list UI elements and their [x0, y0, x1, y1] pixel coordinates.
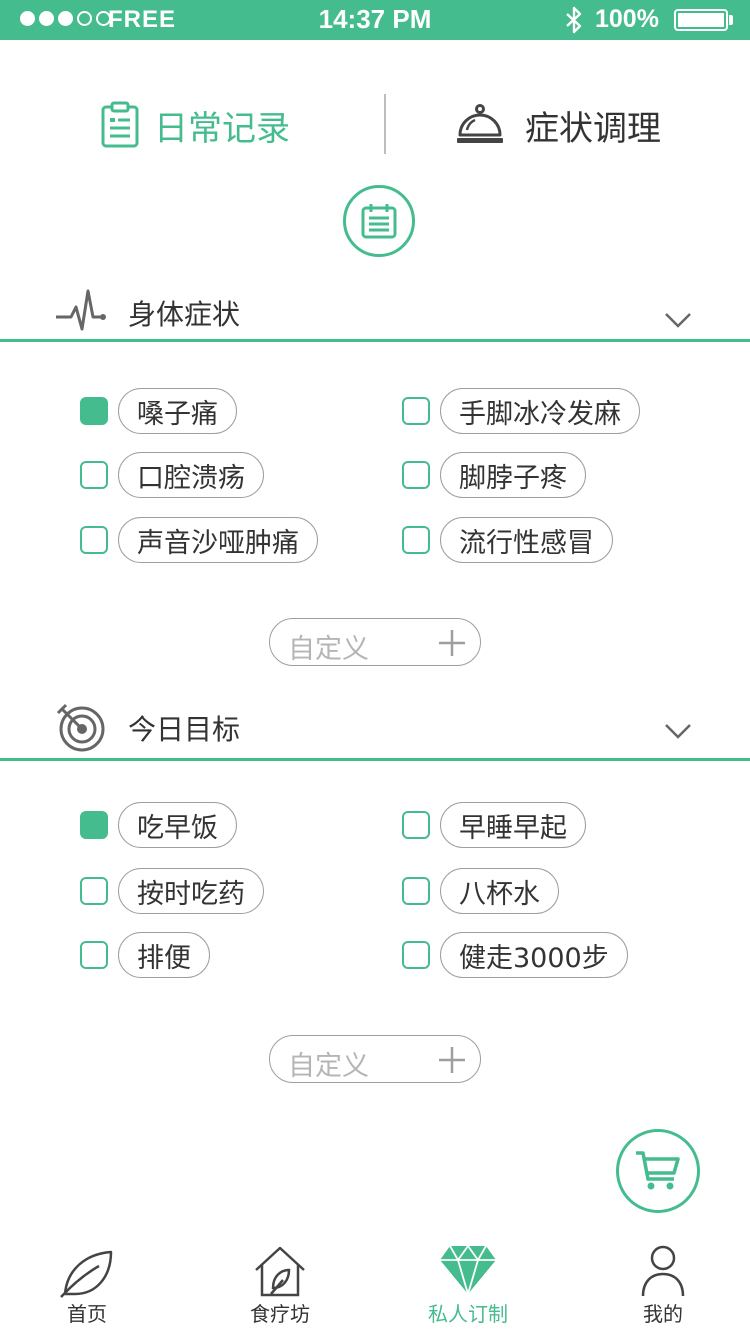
battery-tip [729, 15, 733, 25]
symptom-option[interactable]: 嗓子痛 [80, 388, 237, 434]
today-goals-header[interactable]: 今日目标 [0, 700, 750, 760]
target-icon [56, 703, 105, 752]
add-custom-goal-button[interactable]: 自定义 [269, 1035, 481, 1083]
option-label: 排便 [118, 932, 210, 978]
add-custom-symptom-button[interactable]: 自定义 [269, 618, 481, 666]
option-label: 按时吃药 [118, 868, 264, 914]
symptom-option[interactable]: 脚脖子疼 [402, 452, 586, 498]
calendar-button[interactable] [343, 185, 415, 257]
checkbox[interactable] [402, 941, 430, 969]
today-goals-title: 今日目标 [128, 713, 241, 746]
nav-label: 首页 [67, 1302, 107, 1326]
nav-label: 食疗坊 [250, 1302, 310, 1326]
goal-option[interactable]: 按时吃药 [80, 868, 264, 914]
section-divider [0, 758, 750, 761]
goal-option[interactable]: 早睡早起 [402, 802, 586, 848]
symptom-option[interactable]: 口腔溃疡 [80, 452, 264, 498]
body-symptoms-title: 身体症状 [128, 298, 241, 331]
house-icon [255, 1246, 305, 1297]
checkbox[interactable] [80, 526, 108, 554]
diamond-icon [440, 1244, 496, 1296]
checkbox[interactable] [402, 877, 430, 905]
custom-label: 自定义 [288, 1051, 369, 1082]
goal-option[interactable]: 排便 [80, 932, 210, 978]
checkbox[interactable] [402, 526, 430, 554]
option-label: 八杯水 [440, 868, 559, 914]
body-symptoms-header[interactable]: 身体症状 [0, 285, 750, 345]
nav-label: 我的 [643, 1302, 683, 1326]
checkbox[interactable] [80, 461, 108, 489]
goal-option[interactable]: 吃早饭 [80, 802, 237, 848]
cart-button[interactable] [616, 1129, 700, 1213]
tab-symptom-care[interactable]: 症状调理 [455, 95, 661, 155]
nav-home[interactable]: 首页 [12, 1236, 162, 1334]
bottom-nav: 首页 食疗坊 私人订制 我的 [0, 1236, 750, 1334]
checkbox[interactable] [80, 397, 108, 425]
status-bar: FREE 14:37 PM 100% [0, 0, 750, 40]
option-label: 流行性感冒 [440, 517, 613, 563]
person-icon [641, 1245, 685, 1297]
option-label: 嗓子痛 [118, 388, 237, 434]
custom-label: 自定义 [288, 634, 369, 665]
battery-icon [674, 9, 728, 31]
heartbeat-icon [56, 289, 106, 331]
calendar-icon [361, 204, 397, 239]
checkbox[interactable] [402, 397, 430, 425]
bluetooth-icon [566, 6, 582, 34]
checkbox[interactable] [402, 811, 430, 839]
option-label: 手脚冰冷发麻 [440, 388, 640, 434]
chevron-down-icon [665, 313, 691, 328]
cart-icon [636, 1151, 680, 1190]
option-label: 健走3000步 [440, 932, 628, 978]
goal-option[interactable]: 健走3000步 [402, 932, 628, 978]
option-label: 声音沙哑肿痛 [118, 517, 318, 563]
nav-private-custom[interactable]: 私人订制 [393, 1236, 543, 1334]
checkbox[interactable] [80, 811, 108, 839]
clipboard-icon [101, 101, 139, 148]
checkbox[interactable] [402, 461, 430, 489]
section-divider [0, 339, 750, 342]
option-label: 口腔溃疡 [118, 452, 264, 498]
plus-icon [439, 630, 465, 656]
nav-mine[interactable]: 我的 [588, 1236, 738, 1334]
chevron-down-icon [665, 724, 691, 739]
option-label: 脚脖子疼 [440, 452, 586, 498]
symptom-option[interactable]: 手脚冰冷发麻 [402, 388, 640, 434]
checkbox[interactable] [80, 941, 108, 969]
symptom-option[interactable]: 流行性感冒 [402, 517, 613, 563]
goal-option[interactable]: 八杯水 [402, 868, 559, 914]
tab-daily-record-label: 日常记录 [154, 108, 290, 149]
tab-divider [384, 94, 386, 154]
cloche-icon [457, 104, 503, 143]
option-label: 早睡早起 [440, 802, 586, 848]
nav-label: 私人订制 [428, 1302, 508, 1326]
plus-icon [439, 1047, 465, 1073]
option-label: 吃早饭 [118, 802, 237, 848]
symptom-option[interactable]: 声音沙哑肿痛 [80, 517, 318, 563]
tab-symptom-care-label: 症状调理 [525, 108, 661, 149]
battery-percent: 100% [595, 5, 659, 33]
leaf-icon [60, 1250, 113, 1298]
checkbox[interactable] [80, 877, 108, 905]
tab-daily-record[interactable]: 日常记录 [100, 95, 290, 155]
nav-diet-workshop[interactable]: 食疗坊 [205, 1236, 355, 1334]
